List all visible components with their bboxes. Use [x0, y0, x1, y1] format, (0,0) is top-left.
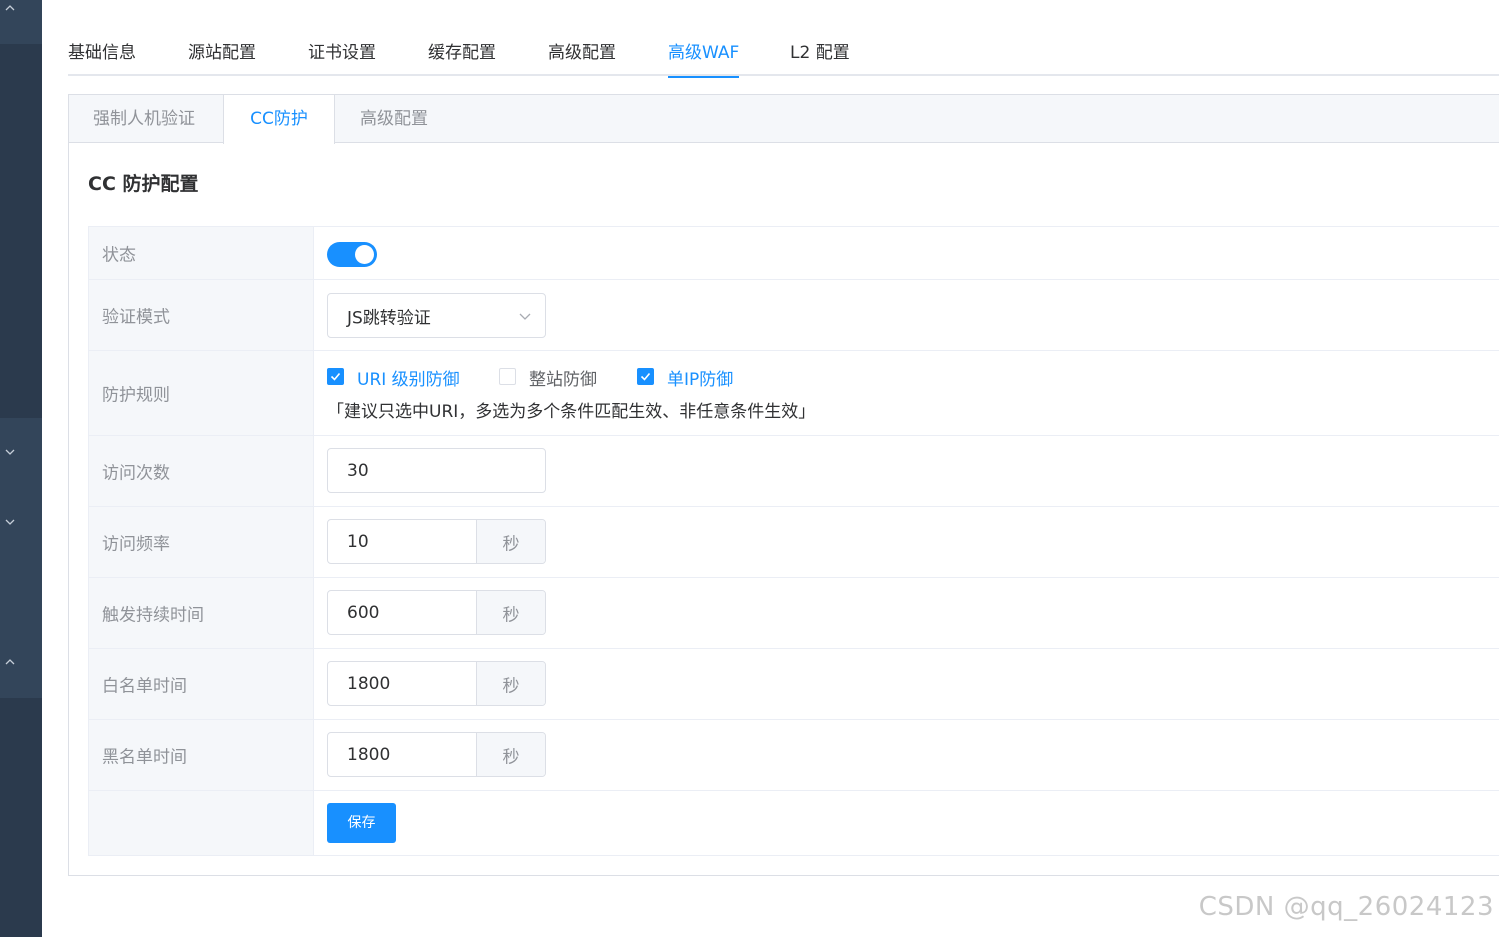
unit-seconds: 秒 — [502, 534, 520, 554]
waf-card: 强制人机验证 CC防护 高级配置 CC 防护配置 状态 验证模式 JS跳转验证 — [68, 94, 1499, 876]
section-title: CC 防护配置 — [88, 173, 199, 195]
trigger-duration-input[interactable]: 600 秒 — [327, 590, 546, 635]
unit-seconds: 秒 — [502, 605, 520, 625]
rules-checkbox-group: URI 级别防御 整站防御 单IP防御 — [327, 365, 927, 390]
visit-rate-value: 10 — [347, 531, 369, 552]
label-visit-count: 访问次数 — [102, 463, 170, 484]
sidebar-menu-group-1[interactable] — [0, 0, 42, 44]
sidebar-menu-group-2[interactable] — [0, 418, 42, 698]
form-row-visit-count: 访问次数 30 — [89, 436, 1499, 507]
tab-cache-config[interactable]: 缓存配置 — [428, 38, 496, 76]
label-blacklist-time: 黑名单时间 — [102, 747, 187, 768]
whitelist-time-value: 1800 — [347, 673, 391, 694]
chevron-down-icon[interactable] — [4, 446, 16, 458]
form-row-verify-mode: 验证模式 JS跳转验证 — [89, 280, 1499, 351]
watermark: CSDN @qq_26024123 — [1198, 892, 1494, 922]
form-row-visit-rate: 访问频率 10 秒 — [89, 507, 1499, 578]
form-row-rules: 防护规则 URI 级别防御 整站防御 单IP防御 「建议只选中URI，多选为多个… — [89, 351, 1499, 436]
label-verify-mode: 验证模式 — [102, 307, 170, 328]
form-row-actions: 保存 — [89, 791, 1499, 856]
visit-count-input[interactable]: 30 — [327, 448, 546, 493]
tab-origin-config[interactable]: 源站配置 — [188, 38, 256, 76]
unit-seconds: 秒 — [502, 747, 520, 767]
whitelist-time-input[interactable]: 1800 秒 — [327, 661, 546, 706]
rules-hint: 「建议只选中URI，多选为多个条件匹配生效、非任意条件生效」 — [327, 402, 816, 422]
label-whitelist-time: 白名单时间 — [102, 676, 187, 697]
form-row-status: 状态 — [89, 227, 1499, 280]
checkbox-uri-label[interactable]: URI 级别防御 — [357, 365, 460, 390]
cc-config-form: 状态 验证模式 JS跳转验证 防护规则 URI 级别防御 整站防御 单IP防御 … — [88, 226, 1499, 856]
blacklist-time-input[interactable]: 1800 秒 — [327, 732, 546, 777]
verify-mode-select[interactable]: JS跳转验证 — [327, 293, 546, 338]
tab-advanced-waf[interactable]: 高级WAF — [668, 38, 740, 78]
tab-advanced-config[interactable]: 高级配置 — [548, 38, 616, 76]
sub-tabs: 强制人机验证 CC防护 高级配置 — [69, 95, 1499, 144]
tab-l2-config[interactable]: L2 配置 — [790, 38, 850, 76]
label-trigger-duration: 触发持续时间 — [102, 605, 204, 626]
visit-count-value: 30 — [347, 460, 369, 481]
subtab-cc-protection[interactable]: CC防护 — [223, 95, 335, 144]
left-sidebar — [0, 0, 42, 937]
unit-append: 秒 — [476, 733, 545, 776]
chevron-up-icon[interactable] — [4, 656, 16, 668]
label-rules: 防护规则 — [102, 385, 170, 406]
form-row-blacklist-time: 黑名单时间 1800 秒 — [89, 720, 1499, 791]
visit-rate-input[interactable]: 10 秒 — [327, 519, 546, 564]
blacklist-time-value: 1800 — [347, 744, 391, 765]
main-tabs: 基础信息 源站配置 证书设置 缓存配置 高级配置 高级WAF L2 配置 — [68, 30, 1499, 78]
check-icon — [330, 372, 341, 381]
save-button[interactable]: 保存 — [327, 803, 396, 843]
form-row-trigger-duration: 触发持续时间 600 秒 — [89, 578, 1499, 649]
checkbox-site[interactable] — [499, 368, 516, 385]
chevron-down-icon[interactable] — [4, 516, 16, 528]
unit-seconds: 秒 — [502, 676, 520, 696]
tab-basic-info[interactable]: 基础信息 — [68, 38, 136, 76]
chevron-up-icon[interactable] — [4, 2, 16, 14]
label-visit-rate: 访问频率 — [102, 534, 170, 555]
checkbox-single-ip-label[interactable]: 单IP防御 — [667, 365, 733, 390]
subtab-captcha[interactable]: 强制人机验证 — [93, 95, 195, 143]
verify-mode-value: JS跳转验证 — [347, 308, 431, 328]
tab-certificate[interactable]: 证书设置 — [308, 38, 376, 76]
checkbox-uri[interactable] — [327, 368, 344, 385]
toggle-knob — [355, 245, 374, 264]
subtab-advanced[interactable]: 高级配置 — [360, 95, 428, 143]
label-status: 状态 — [102, 245, 136, 266]
unit-append: 秒 — [476, 662, 545, 705]
unit-append: 秒 — [476, 591, 545, 634]
chevron-down-icon — [519, 307, 531, 320]
trigger-duration-value: 600 — [347, 602, 380, 623]
check-icon — [640, 372, 651, 381]
checkbox-site-label[interactable]: 整站防御 — [529, 365, 597, 390]
unit-append: 秒 — [476, 520, 545, 563]
checkbox-single-ip[interactable] — [637, 368, 654, 385]
form-row-whitelist-time: 白名单时间 1800 秒 — [89, 649, 1499, 720]
status-toggle[interactable] — [327, 242, 377, 267]
